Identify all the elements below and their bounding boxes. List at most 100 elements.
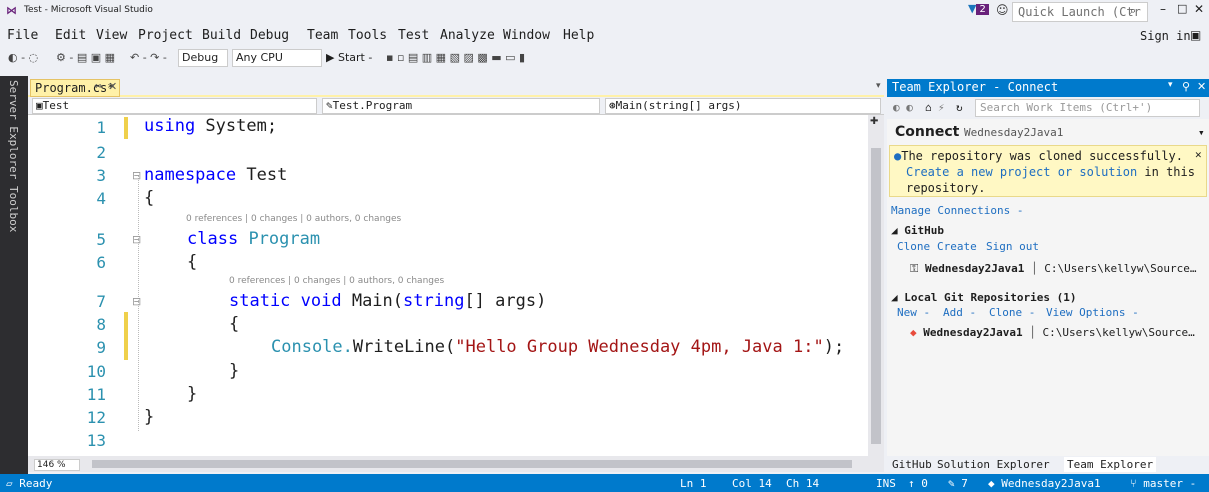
menu-test[interactable]: Test bbox=[398, 28, 429, 43]
close-icon[interactable]: ✕ bbox=[1194, 2, 1204, 16]
menu-tools[interactable]: Tools bbox=[348, 28, 387, 43]
github-section-header[interactable]: ◢ GitHub bbox=[891, 224, 944, 237]
project-select[interactable]: ▣Test bbox=[32, 98, 317, 114]
pin-icon[interactable]: ⇔ bbox=[94, 81, 102, 92]
codelens-class[interactable]: 0 references | 0 changes | 0 authors, 0 … bbox=[186, 214, 401, 224]
line-number: 9 bbox=[96, 338, 106, 357]
undo-redo-icon[interactable]: ↶ - ↷ - bbox=[130, 51, 167, 64]
line-number: 11 bbox=[86, 385, 106, 404]
tab-program-cs[interactable]: Program.cs* bbox=[30, 79, 120, 97]
collapse-icon[interactable]: ⊟ bbox=[132, 233, 141, 246]
refresh-icon[interactable]: ↻ bbox=[956, 101, 963, 114]
notifications-button[interactable]: ▼ 2 bbox=[968, 2, 989, 15]
close-tab-icon[interactable]: ✕ bbox=[108, 80, 117, 93]
member-select[interactable]: ⊛Main(string[] args) bbox=[605, 98, 881, 114]
code-line-10: } bbox=[229, 361, 240, 381]
code-line-6: { bbox=[187, 252, 198, 272]
server-explorer-tab[interactable]: Server Explorer bbox=[7, 80, 20, 179]
menu-team[interactable]: Team bbox=[307, 28, 338, 43]
status-pending-changes[interactable]: ✎ 7 bbox=[948, 477, 968, 490]
menu-analyze[interactable]: Analyze bbox=[440, 28, 495, 43]
tab-list-dropdown-icon[interactable]: ▾ bbox=[876, 81, 881, 91]
project-icon: ▣ bbox=[36, 99, 43, 112]
minimize-icon[interactable]: – bbox=[1160, 2, 1166, 16]
class-icon: ✎ bbox=[326, 99, 333, 112]
menu-window[interactable]: Window bbox=[503, 28, 550, 43]
editor-tab-strip bbox=[28, 79, 884, 97]
local-new-button[interactable]: New - bbox=[897, 306, 930, 319]
status-unpushed[interactable]: ↑ 0 bbox=[908, 477, 928, 490]
solution-configuration-select[interactable]: Debug bbox=[178, 49, 228, 67]
tab-label: Program.cs* bbox=[35, 81, 115, 95]
code-line-4: { bbox=[144, 188, 155, 208]
close-banner-icon[interactable]: ✕ bbox=[1195, 148, 1202, 161]
window-title: Test - Microsoft Visual Studio bbox=[24, 5, 153, 15]
code-line-11: } bbox=[187, 384, 198, 404]
local-repo-item[interactable]: ◆ Wednesday2Java1 │ C:\Users\kellyw\Sour… bbox=[910, 326, 1195, 339]
line-number: 12 bbox=[86, 408, 106, 427]
status-branch[interactable]: ⑂ master - bbox=[1130, 477, 1196, 490]
scrollbar-thumb[interactable] bbox=[92, 460, 852, 468]
menu-project[interactable]: Project bbox=[138, 28, 193, 43]
zoom-select[interactable]: 146 % bbox=[34, 459, 80, 471]
back-forward-icon[interactable]: ◐ - ◌ bbox=[8, 51, 38, 64]
team-explorer-title: Team Explorer - Connect bbox=[887, 79, 1209, 97]
sign-in-link[interactable]: Sign in bbox=[1140, 29, 1191, 43]
back-forward-icon[interactable]: ◐ ◐ bbox=[893, 101, 913, 114]
tab-team-explorer[interactable]: Team Explorer bbox=[1064, 457, 1157, 472]
github-clone-link[interactable]: Clone bbox=[897, 240, 930, 253]
menu-help[interactable]: Help bbox=[563, 28, 594, 43]
status-insert-mode: INS bbox=[876, 477, 896, 490]
create-project-link[interactable]: Create a new project or solution bbox=[906, 165, 1137, 179]
code-line-12: } bbox=[144, 407, 155, 427]
code-line-1: using System; bbox=[144, 116, 278, 136]
line-number: 13 bbox=[86, 431, 106, 450]
menu-build[interactable]: Build bbox=[202, 28, 241, 43]
collapse-icon[interactable]: ⊟ bbox=[132, 295, 141, 308]
collapse-icon[interactable]: ⊟ bbox=[132, 169, 141, 182]
scrollbar-thumb[interactable] bbox=[871, 148, 881, 444]
start-debugging-button[interactable]: ▶ Start - bbox=[326, 51, 372, 64]
notification-count-badge: 2 bbox=[976, 4, 989, 15]
feedback-icon[interactable]: ☺ bbox=[996, 3, 1009, 17]
home-icon[interactable]: ⌂ bbox=[925, 101, 932, 114]
line-number: 6 bbox=[96, 253, 106, 272]
status-repository[interactable]: ◆ Wednesday2Java1 bbox=[988, 477, 1101, 490]
account-icon[interactable]: ▣ bbox=[1190, 28, 1201, 42]
local-clone-button[interactable]: Clone - bbox=[989, 306, 1035, 319]
toolbox-tab[interactable]: Toolbox bbox=[7, 186, 20, 232]
github-sign-out-link[interactable]: Sign out bbox=[986, 240, 1039, 253]
search-work-items-input[interactable]: Search Work Items (Ctrl+') bbox=[975, 99, 1200, 117]
tab-solution-explorer[interactable]: Solution Explorer bbox=[934, 457, 1053, 472]
maximize-icon[interactable]: □ bbox=[1177, 2, 1187, 15]
chevron-down-icon[interactable]: ▾ bbox=[1198, 126, 1205, 139]
github-create-link[interactable]: Create bbox=[937, 240, 977, 253]
menu-edit[interactable]: Edit bbox=[55, 28, 86, 43]
chevron-down-icon[interactable]: ▾ bbox=[1168, 80, 1173, 90]
tab-github[interactable]: GitHub bbox=[889, 457, 935, 472]
menu-view[interactable]: View bbox=[96, 28, 127, 43]
line-number: 2 bbox=[96, 143, 106, 162]
line-number: 7 bbox=[96, 292, 106, 311]
codelens-main[interactable]: 0 references | 0 changes | 0 authors, 0 … bbox=[229, 276, 444, 286]
quick-launch-input[interactable]: Quick Launch (Ctr bbox=[1012, 2, 1148, 22]
split-editor-icon[interactable]: ✚ bbox=[870, 116, 878, 127]
menu-file[interactable]: File bbox=[7, 28, 38, 43]
solution-platform-select[interactable]: Any CPU bbox=[232, 49, 322, 67]
output-icon: ▱ bbox=[6, 477, 20, 490]
view-options-button[interactable]: View Options - bbox=[1046, 306, 1139, 319]
local-git-section-header[interactable]: ◢ Local Git Repositories (1) bbox=[891, 291, 1076, 304]
line-number: 1 bbox=[96, 118, 106, 137]
local-add-button[interactable]: Add - bbox=[943, 306, 976, 319]
pin-icon[interactable]: ⚲ bbox=[1182, 80, 1190, 93]
github-repo-item[interactable]: ⚿ Wednesday2Java1 │ C:\Users\kellyw\Sour… bbox=[910, 262, 1197, 276]
menu-debug[interactable]: Debug bbox=[250, 28, 289, 43]
new-open-save-icons[interactable]: ⚙ - ▤ ▣ ▦ bbox=[56, 51, 115, 64]
class-select[interactable]: ✎Test.Program bbox=[322, 98, 600, 114]
close-icon[interactable]: ✕ bbox=[1197, 80, 1206, 93]
toolbar-misc-icons[interactable]: ▪ ▫ ▤ ▥ ▦ ▧ ▨ ▩ ▬ ▭ ▮ bbox=[386, 51, 525, 64]
plug-icon[interactable]: ⚡ bbox=[938, 101, 945, 114]
lock-icon: ⚿ bbox=[910, 262, 925, 275]
search-icon: ⌕ bbox=[1130, 4, 1137, 17]
manage-connections-link[interactable]: Manage Connections - bbox=[891, 204, 1023, 217]
